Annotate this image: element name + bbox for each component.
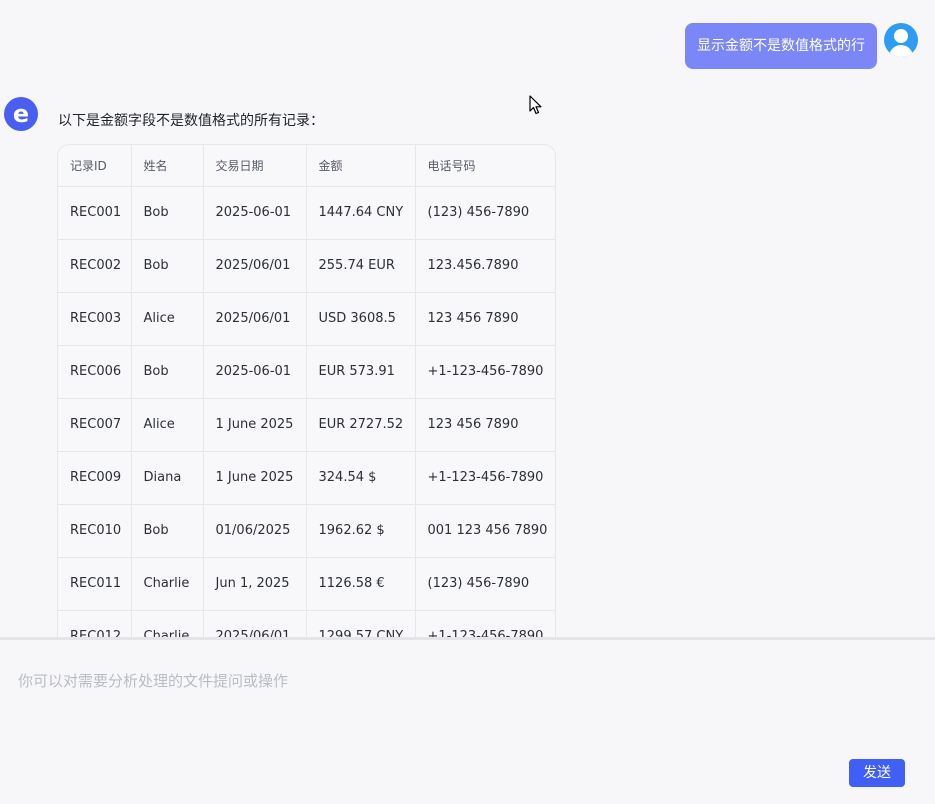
cell-record-id: REC006 [58,345,132,399]
header-name: 姓名 [131,145,204,187]
app-root: 显示金额不是数值格式的行 e 以下是金额字段不是数值格式的所有记录： 记录ID … [0,0,935,804]
table-row: REC006 Bob 2025-06-01 EUR 573.91 +1-123-… [58,345,555,399]
header-date: 交易日期 [203,145,307,187]
cell-phone: 001 123 456 7890 [415,504,555,558]
header-amount: 金额 [306,145,416,187]
cell-date: 2025-06-01 [203,186,307,240]
chat-area: 显示金额不是数值格式的行 e 以下是金额字段不是数值格式的所有记录： 记录ID … [0,0,935,637]
table-row: REC012 Charlie 2025/06/01 1299.57 CNY +1… [58,610,555,637]
cell-name: Bob [131,186,204,240]
mouse-cursor-icon [529,95,542,115]
send-button[interactable]: 发送 [849,759,905,787]
table-row: REC007 Alice 1 June 2025 EUR 2727.52 123… [58,398,555,452]
cell-date: 2025-06-01 [203,345,307,399]
cell-name: Bob [131,239,204,293]
cell-phone: 123 456 7890 [415,398,555,452]
user-avatar-icon [884,23,918,57]
cell-phone: 123.456.7890 [415,239,555,293]
cell-phone: 123 456 7890 [415,292,555,346]
table-row: REC009 Diana 1 June 2025 324.54 $ +1-123… [58,451,555,505]
cell-amount: 255.74 EUR [306,239,416,293]
header-phone: 电话号码 [415,145,555,187]
cell-date: 01/06/2025 [203,504,307,558]
composer: 你可以对需要分析处理的文件提问或操作 发送 [0,637,935,804]
cell-phone: +1-123-456-7890 [415,451,555,505]
cell-record-id: REC011 [58,557,132,611]
cell-date: Jun 1, 2025 [203,557,307,611]
cell-amount: EUR 573.91 [306,345,416,399]
table-row: REC010 Bob 01/06/2025 1962.62 $ 001 123 … [58,504,555,558]
bot-avatar-icon: e [4,97,38,131]
cell-amount: 1962.62 $ [306,504,416,558]
table-row: REC002 Bob 2025/06/01 255.74 EUR 123.456… [58,239,555,293]
cell-name: Charlie [131,610,204,637]
cell-date: 2025/06/01 [203,610,307,637]
cell-amount: EUR 2727.52 [306,398,416,452]
table-row: REC001 Bob 2025-06-01 1447.64 CNY (123) … [58,186,555,240]
cell-amount: 1447.64 CNY [306,186,416,240]
cell-name: Alice [131,398,204,452]
cell-amount: 324.54 $ [306,451,416,505]
results-table: 记录ID 姓名 交易日期 金额 电话号码 REC001 Bob 2025-06-… [57,144,556,637]
cell-phone: +1-123-456-7890 [415,345,555,399]
cell-date: 1 June 2025 [203,398,307,452]
cell-record-id: REC012 [58,610,132,637]
cell-name: Alice [131,292,204,346]
cell-phone: (123) 456-7890 [415,186,555,240]
cell-record-id: REC007 [58,398,132,452]
message-input[interactable]: 你可以对需要分析处理的文件提问或操作 [18,670,288,691]
cell-phone: +1-123-456-7890 [415,610,555,637]
bot-intro-text: 以下是金额字段不是数值格式的所有记录： [58,113,324,129]
cell-record-id: REC010 [58,504,132,558]
cell-date: 2025/06/01 [203,239,307,293]
cell-name: Diana [131,451,204,505]
cell-record-id: REC003 [58,292,132,346]
cell-record-id: REC002 [58,239,132,293]
user-message-bubble: 显示金额不是数值格式的行 [685,23,877,69]
table-header-row: 记录ID 姓名 交易日期 金额 电话号码 [58,145,555,187]
cell-date: 2025/06/01 [203,292,307,346]
cell-record-id: REC009 [58,451,132,505]
table-row: REC011 Charlie Jun 1, 2025 1126.58 € (12… [58,557,555,611]
cell-name: Bob [131,345,204,399]
table-row: REC003 Alice 2025/06/01 USD 3608.5 123 4… [58,292,555,346]
cell-phone: (123) 456-7890 [415,557,555,611]
cell-amount: 1126.58 € [306,557,416,611]
cell-amount: USD 3608.5 [306,292,416,346]
cell-date: 1 June 2025 [203,451,307,505]
header-record-id: 记录ID [58,145,132,187]
cell-name: Charlie [131,557,204,611]
cell-name: Bob [131,504,204,558]
cell-amount: 1299.57 CNY [306,610,416,637]
cell-record-id: REC001 [58,186,132,240]
